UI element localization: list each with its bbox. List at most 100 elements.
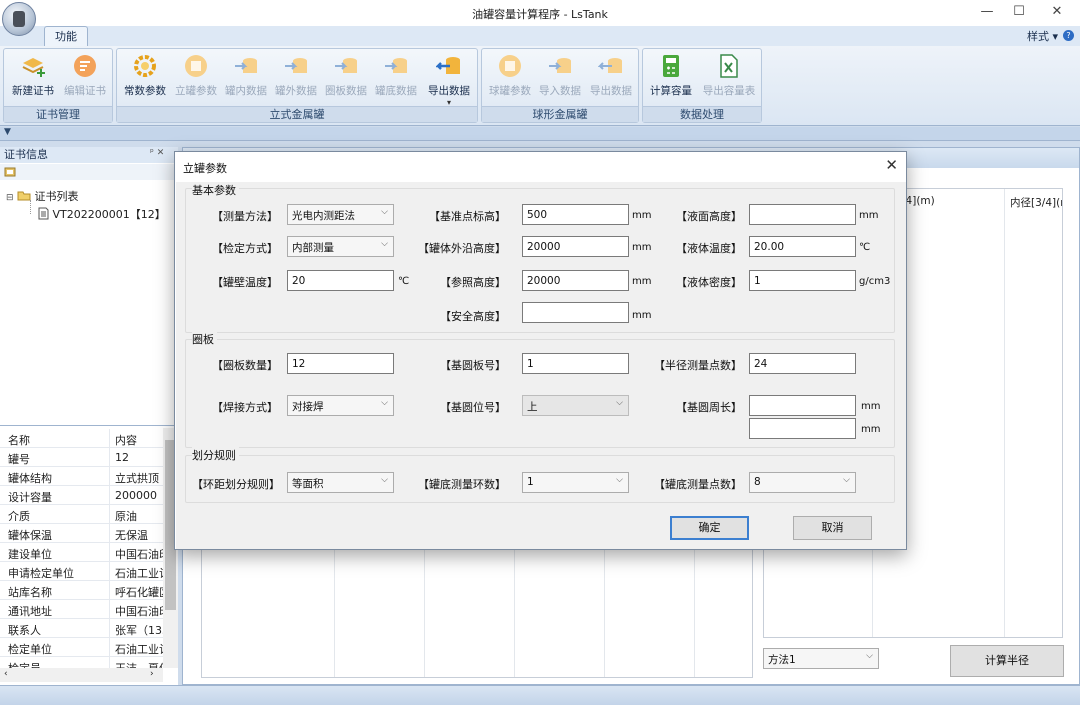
weld-method-select[interactable]: 对接焊 ⌵ [287,395,394,416]
property-row[interactable]: 建设单位中国石油印 [0,543,163,562]
measure-method-label: 【测量方法】 [212,210,278,223]
export-capacity-table-button[interactable]: 导出容量表 [698,53,760,103]
base-circumference-input[interactable] [749,395,856,416]
unit-mm: mm [859,210,879,221]
liquid-density-input[interactable] [749,270,856,291]
property-row[interactable]: 通讯地址中国石油印 [0,600,163,619]
wall-temp-label: 【罐壁温度】 [212,276,278,289]
export-data-button[interactable]: 导出数据 ▾ [423,53,475,107]
tank-bottom-icon [385,58,407,73]
property-row[interactable]: 站库名称呼石化罐区 [0,581,163,600]
cancel-button[interactable]: 取消 [793,516,872,540]
bottom-points-label: 【罐底测量点数】 [654,478,742,491]
group-caption: 立式金属罐 [117,106,477,122]
export-sphere-data-button[interactable]: 导出数据 [585,53,637,103]
calc-capacity-button[interactable]: 计算容量 [646,53,696,103]
dialog-close-button[interactable]: ✕ [885,156,898,174]
outer-edge-height-input[interactable] [522,236,629,257]
panel-pin-close[interactable]: ᵖ ✕ [150,148,164,158]
ribbon: 新建证书 编辑证书 证书管理 常数参数 立罐参数 罐内数据 罐外数据 圈板数据 [0,46,1080,126]
document-icon [38,207,49,220]
tree-root[interactable]: ⊟ 证书列表 [6,188,79,204]
tank-outer-data-button[interactable]: 罐外数据 [271,53,321,103]
verify-method-label: 【检定方式】 [212,242,278,255]
export-sphere-icon [598,58,622,73]
close-button[interactable]: ✕ [1042,4,1072,19]
method-select[interactable]: 方法1 ⌵ [763,648,879,669]
weld-method-label: 【焊接方式】 [212,401,278,414]
unit-mm: mm [861,401,881,412]
chevron-down-icon: ⌵ [381,207,388,217]
property-row[interactable]: 检定单位石油工业计 [0,638,163,657]
chevron-down-icon: ⌵ [843,475,850,485]
property-row[interactable]: 罐体结构 立式拱顶 [0,467,163,486]
maximize-button[interactable]: ☐ [1004,4,1034,19]
ring-plate-icon [335,58,357,73]
ok-button[interactable]: 确定 [670,516,749,540]
horizontal-scrollbar[interactable]: ‹ › [0,668,163,682]
tank-outer-icon [285,58,307,73]
unit-density: g/cm3 [859,276,891,287]
tank-params-button[interactable]: 立罐参数 [171,53,221,103]
tank-inner-data-button[interactable]: 罐内数据 [221,53,271,103]
ring-count-input[interactable] [287,353,394,374]
property-row[interactable]: 介质 原油 [0,505,163,524]
reference-height-input[interactable] [522,270,629,291]
safe-height-input[interactable] [522,302,629,323]
tank-bottom-data-button[interactable]: 罐底数据 [371,53,421,103]
unit-mm: mm [861,424,881,435]
bottom-rings-select[interactable]: 1 ⌵ [522,472,629,493]
app-menu-button[interactable] [2,2,36,36]
constant-params-button[interactable]: 常数参数 [120,53,170,103]
verify-method-select[interactable]: 内部测量 ⌵ [287,236,394,257]
new-cert-button[interactable]: 新建证书 [8,53,58,103]
dialog-title: 立罐参数 [183,162,227,175]
radius-points-input[interactable] [749,353,856,374]
status-bar [0,685,1080,705]
group-caption: 证书管理 [4,106,112,122]
property-row[interactable]: 罐号 12 [0,448,163,467]
gear-icon [134,55,156,77]
ref-height-input[interactable] [522,204,629,225]
bottom-rings-label: 【罐底测量环数】 [418,478,506,491]
radius-points-label: 【半径测量点数】 [654,359,742,372]
bottom-points-select[interactable]: 8 ⌵ [749,472,856,493]
property-row[interactable]: 设计容量 200000 [0,486,163,505]
property-row[interactable]: 申请检定单位石油工业计 [0,562,163,581]
outer-edge-height-label: 【罐体外沿高度】 [418,242,506,255]
measure-method-select[interactable]: 光电内测距法 ⌵ [287,204,394,225]
edit-cert-icon [74,55,96,77]
ring-division-select[interactable]: 等面积 ⌵ [287,472,394,493]
wall-temp-input[interactable] [287,270,394,291]
minimize-button[interactable]: — [972,4,1002,19]
cert-toolbar [0,164,178,180]
edit-cert-button[interactable]: 编辑证书 [60,53,110,103]
property-row[interactable]: 罐体保温 无保温 [0,524,163,543]
group-caption: 球形金属罐 [482,106,638,122]
window-title: 油罐容量计算程序 - LsTank [472,8,608,21]
import-data-button[interactable]: 导入数据 [535,53,585,103]
collapse-icon[interactable]: ⊟ [6,193,14,203]
calc-radius-button[interactable]: 计算半径 [950,645,1064,677]
cert-tree: ⊟ 证书列表 VT202200001【12】 [0,184,178,422]
property-row[interactable]: 联系人张军（135 [0,619,163,638]
tree-item-cert[interactable]: VT202200001【12】 [38,206,166,222]
import-data-icon [549,58,571,73]
tab-function[interactable]: 功能 [44,26,88,47]
column-header: 内径[3/4](m [1010,197,1062,209]
qat-dropdown-icon[interactable]: ▼ [4,127,11,137]
sphere-params-button[interactable]: 球罐参数 [485,53,535,103]
ring-plate-data-button[interactable]: 圈板数据 [321,53,371,103]
base-circumference-input-2[interactable] [749,418,856,439]
style-menu[interactable]: 样式 ▾ [1027,28,1058,44]
section-ring: 圈板 [192,331,217,347]
liquid-height-input[interactable] [749,204,856,225]
base-ring-no-input[interactable] [522,353,629,374]
base-ring-pos-select[interactable]: 上 ⌵ [522,395,629,416]
ribbon-tab-row [0,26,1080,46]
liquid-temp-input[interactable] [749,236,856,257]
base-ring-no-label: 【基圆板号】 [440,359,506,372]
help-icon[interactable]: ? [1063,30,1074,41]
property-grid: 名称 内容 罐号 12 罐体结构 立式拱顶 设计容量 200000 介质 原油 罐体保温无… [0,425,178,685]
cert-toolbar-icon[interactable] [4,166,16,178]
